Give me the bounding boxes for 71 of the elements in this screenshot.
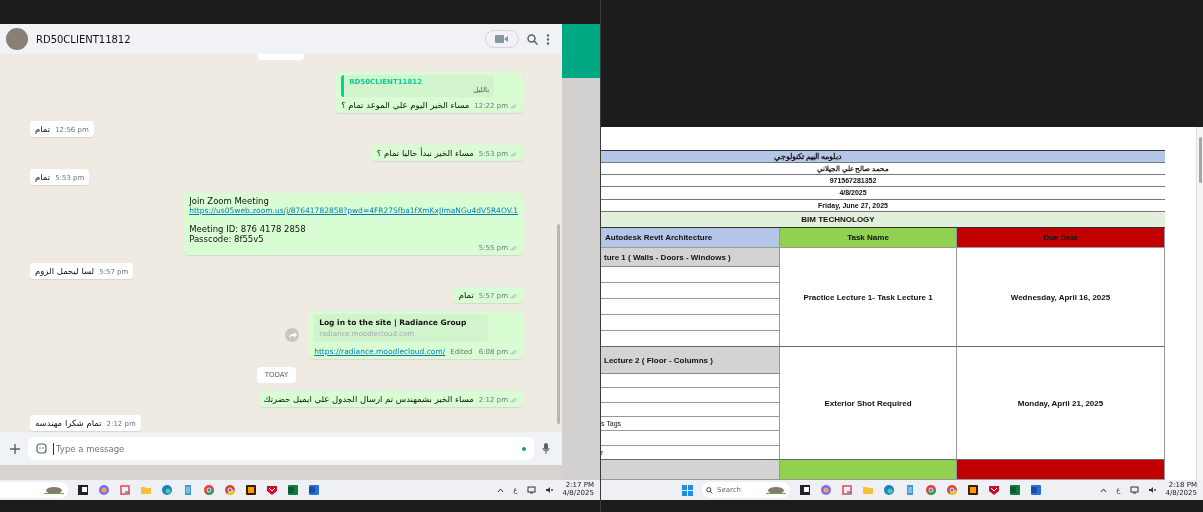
- date-chip: [257, 54, 304, 60]
- message-composer[interactable]: Type a message: [28, 437, 534, 460]
- chevron-up-icon[interactable]: [497, 487, 505, 493]
- window-edge: [562, 24, 600, 78]
- crop-icon[interactable]: [841, 484, 853, 496]
- app-tile-icon[interactable]: [1030, 484, 1042, 496]
- message-text: مساء الخير اليوم علي الموعد تمام ؟: [341, 100, 470, 110]
- message-text: Meeting ID: 876 4178 2858: [189, 224, 307, 234]
- microphone-icon[interactable]: [542, 442, 550, 455]
- browser-icon[interactable]: [161, 484, 173, 496]
- scrollbar-thumb[interactable]: [557, 224, 560, 424]
- lecture-header-cell: Lecture 2 ( Floor - Columns ): [601, 347, 779, 374]
- message-text: مساء الخير بشمهندس تم ارسال الجدول علي ايميل حضرتك: [263, 394, 474, 404]
- hedgehog-drawing: [766, 486, 786, 494]
- window-icon[interactable]: [77, 484, 89, 496]
- avatar[interactable]: [6, 28, 28, 50]
- message-text: لسا ليحمل الزوم: [35, 266, 95, 276]
- swirl-icon[interactable]: [820, 484, 832, 496]
- app-tile-icon[interactable]: [287, 484, 299, 496]
- scrollbar[interactable]: [1196, 127, 1203, 480]
- window-icon[interactable]: [799, 484, 811, 496]
- plus-icon[interactable]: [10, 443, 20, 454]
- column-header: Due Date: [957, 228, 1165, 248]
- notebook-icon[interactable]: [182, 484, 194, 496]
- shield-icon[interactable]: [266, 484, 278, 496]
- video-camera-icon: [495, 35, 509, 43]
- notebook-icon[interactable]: [904, 484, 916, 496]
- round-app-icon[interactable]: [224, 484, 236, 496]
- speaker-muted-icon[interactable]: [1147, 486, 1157, 494]
- message-text: تمام: [35, 124, 51, 134]
- swirl-icon[interactable]: [98, 484, 110, 496]
- message-text: مساء الخير نبدأ حاليا تمام ؟: [376, 148, 474, 158]
- app-tile-icon[interactable]: [245, 484, 257, 496]
- video-call-button[interactable]: [485, 30, 519, 48]
- message-text: تمام: [458, 290, 474, 300]
- table-cell: Practice Lecture 1- Task Lecture 1: [780, 248, 957, 347]
- round-app-icon[interactable]: [203, 484, 215, 496]
- message-text: Join Zoom Meeting: [189, 196, 270, 206]
- app-tile-icon[interactable]: [308, 484, 320, 496]
- message-text: تمام: [35, 172, 51, 182]
- double-check-icon: [510, 245, 518, 251]
- round-app-icon[interactable]: [925, 484, 937, 496]
- app-tile-icon[interactable]: [967, 484, 979, 496]
- network-icon[interactable]: [526, 486, 536, 494]
- chevron-up-icon[interactable]: [1100, 487, 1108, 493]
- message-text: تمام شكرا مهندسه: [35, 418, 102, 428]
- sticker-icon[interactable]: [36, 443, 47, 454]
- double-check-icon: [510, 103, 518, 109]
- hedgehog-drawing: [44, 486, 64, 494]
- double-check-icon: [510, 397, 518, 403]
- windows-start-icon[interactable]: [682, 484, 693, 496]
- round-app-icon[interactable]: [946, 484, 958, 496]
- column-header: Task Name: [780, 228, 957, 248]
- double-check-icon: [510, 293, 518, 299]
- search-field[interactable]: [0, 482, 68, 498]
- speaker-muted-icon[interactable]: [544, 486, 554, 494]
- shield-icon[interactable]: [988, 484, 1000, 496]
- lecture-header-cell: ture 1 ( Walls - Doors - Windows ): [601, 248, 779, 267]
- table-cell: Wednesday, April 16, 2025: [957, 248, 1165, 347]
- app-tile-icon[interactable]: [1009, 484, 1021, 496]
- column-header: Autodesk Revit Architecture: [601, 228, 780, 248]
- status-dot: [522, 446, 526, 451]
- message-text: Passcode: 8f55v5: [189, 234, 265, 244]
- network-icon[interactable]: [1129, 486, 1139, 494]
- crop-icon[interactable]: [119, 484, 131, 496]
- double-check-icon: [510, 349, 518, 355]
- search-icon[interactable]: [527, 33, 538, 45]
- menu-icon[interactable]: [546, 33, 550, 45]
- browser-icon[interactable]: [883, 484, 895, 496]
- double-check-icon: [510, 151, 518, 157]
- search-icon: [706, 486, 713, 494]
